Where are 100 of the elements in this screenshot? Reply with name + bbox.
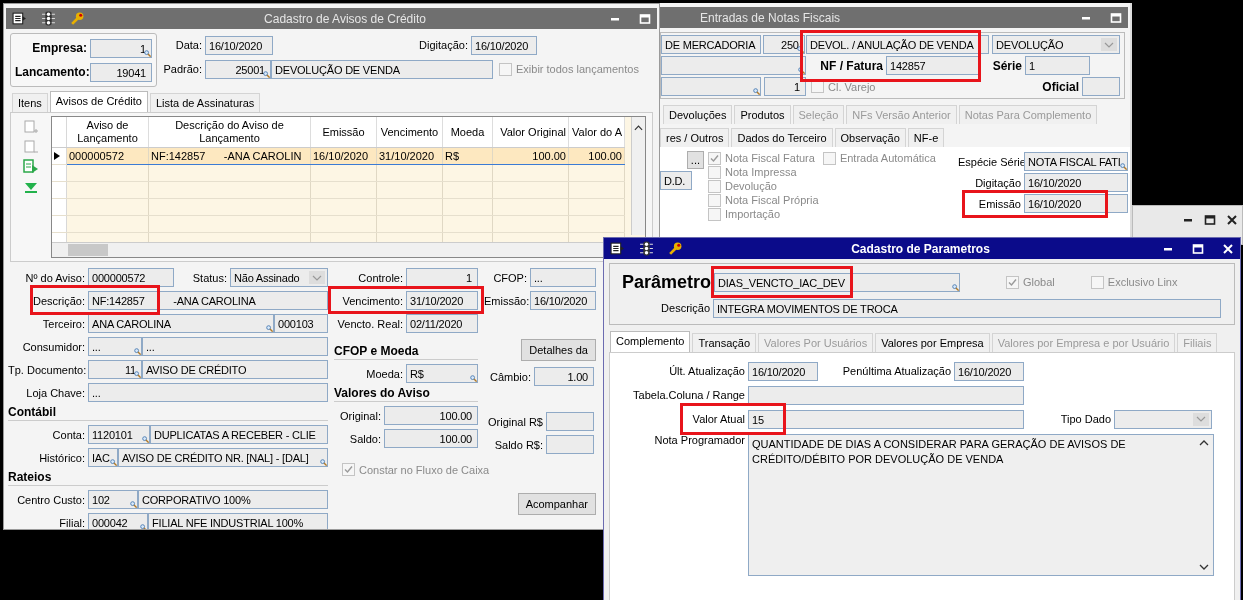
input-field[interactable]: ... — [88, 337, 142, 356]
tab[interactable]: NF-e — [907, 128, 945, 147]
input-field[interactable]: 25001 — [205, 59, 271, 79]
input-field[interactable]: 1.00 — [534, 367, 594, 386]
input-field[interactable]: 000103 — [274, 314, 328, 333]
notes-field[interactable]: QUANTIDADE DE DIAS A CONSIDERAR PARA GERAÇÃO DE AVISOS DE CRÉDITO/DÉBITO POR DEVOLUÇÃO DE VENDA — [748, 434, 1214, 576]
input-field[interactable]: 02/11/2020 — [406, 314, 478, 333]
menu-icon[interactable] — [12, 11, 27, 26]
export-icon[interactable] — [23, 159, 39, 175]
checkbox-label: Nota Fiscal Fatura — [725, 152, 815, 164]
input-field[interactable]: R$ — [406, 364, 478, 383]
input-field[interactable]: DEVOLUÇÃO DE VENDA — [271, 59, 493, 79]
tab[interactable]: Avisos de Crédito — [49, 91, 148, 112]
input-field[interactable]: Não Assinado — [230, 268, 328, 287]
input-field[interactable]: 250 — [762, 35, 805, 54]
input-field[interactable]: 11 — [88, 360, 142, 379]
column-header[interactable]: Moeda — [442, 117, 493, 148]
input-field[interactable]: IAC — [88, 448, 118, 467]
input-field[interactable] — [748, 385, 1024, 405]
tab[interactable]: Lista de Assinaturas — [149, 93, 261, 112]
input-field[interactable]: 100.00 — [384, 406, 478, 425]
input-field[interactable]: DE MERCADORIA — [661, 35, 761, 54]
traffic-light-icon[interactable] — [41, 11, 56, 26]
add-row-icon[interactable] — [23, 119, 39, 135]
tab[interactable]: Dados do Terceiro — [731, 128, 833, 147]
input-field[interactable]: DEVOLUÇÃO — [992, 35, 1120, 54]
input-field[interactable]: 000000572 — [88, 268, 174, 287]
input-field[interactable]: AVISO DE CRÉDITO NR. [NAL] - [DAL] — [118, 448, 328, 467]
field-label: Vencimento: — [342, 294, 403, 307]
input-field[interactable]: 31/10/2020 — [406, 291, 478, 310]
tab[interactable]: Itens — [12, 93, 48, 112]
input-field[interactable]: 16/10/2020 — [471, 35, 537, 55]
tab[interactable]: Produtos — [734, 105, 791, 124]
input-field[interactable]: D.D. — [660, 171, 692, 190]
input-field[interactable]: CORPORATIVO 100% — [138, 490, 328, 509]
follow-up-button[interactable]: Acompanhar — [517, 492, 596, 515]
input-field[interactable] — [1082, 77, 1120, 96]
input-field[interactable]: 16/10/2020 — [1024, 173, 1128, 192]
input-field[interactable]: 19041 — [90, 62, 152, 82]
column-header[interactable]: Vencimento — [376, 117, 443, 148]
input-field[interactable]: 1 — [764, 77, 806, 96]
input-field[interactable]: 100.00 — [384, 429, 478, 448]
tab[interactable]: Devoluções — [663, 105, 733, 124]
column-header[interactable]: Emissão — [310, 117, 377, 148]
menu-icon[interactable] — [610, 241, 625, 256]
input-field[interactable]: 1 — [1025, 56, 1090, 75]
input-field[interactable]: 1120101 — [88, 425, 150, 444]
input-field[interactable]: 142857 — [886, 56, 981, 75]
input-field[interactable]: 16/10/2020 — [748, 361, 818, 381]
column-header[interactable]: Descrição do Aviso de Lançamento — [148, 117, 311, 148]
checkbox-label: Cl. Varejo — [828, 80, 876, 93]
input-field[interactable]: 16/10/2020 — [530, 291, 596, 310]
maximize-icon[interactable] — [1204, 214, 1216, 226]
scrollbar[interactable] — [631, 117, 645, 235]
scroll-up-icon[interactable] — [634, 125, 643, 131]
input-field[interactable]: 000042 — [88, 513, 148, 529]
column-header[interactable]: Valor Original — [492, 117, 569, 148]
scroll-down-icon[interactable] — [1199, 563, 1209, 571]
input-field[interactable]: FILIAL NFE INDUSTRIAL 100% — [148, 513, 328, 529]
dropdown-arrow-icon[interactable] — [309, 271, 325, 284]
input-field[interactable] — [661, 56, 806, 75]
input-field[interactable]: ANA CAROLINA — [88, 314, 274, 333]
input-field[interactable]: ... — [142, 337, 328, 356]
input-field[interactable]: 16/10/2020 — [205, 35, 273, 55]
input-field[interactable]: DUPLICATAS A RECEBER - CLIE — [150, 425, 328, 444]
input-field[interactable]: AVISO DE CRÉDITO — [142, 360, 328, 379]
tab[interactable]: Observação — [834, 128, 906, 147]
input-field[interactable]: 16/10/2020 — [954, 361, 1024, 381]
traffic-light-icon[interactable] — [639, 241, 654, 256]
input-field[interactable]: 102 — [88, 490, 138, 509]
field-label: Status: — [192, 271, 227, 284]
tab[interactable]: Valores por Empresa — [875, 333, 990, 352]
input-field[interactable]: ... — [530, 268, 596, 287]
column-header[interactable]: Aviso de Lançamento — [66, 117, 149, 148]
close-icon[interactable] — [1226, 214, 1238, 226]
input-field[interactable]: DIAS_VENCTO_IAC_DEV — [714, 272, 960, 292]
input-field[interactable] — [1114, 409, 1212, 429]
input-field[interactable] — [661, 77, 761, 96]
column-header[interactable]: Valor do A — [568, 117, 625, 148]
wrench-icon[interactable] — [668, 241, 683, 256]
tab[interactable]: Transação — [692, 333, 757, 352]
tab[interactable]: res / Outros — [660, 128, 730, 147]
input-field[interactable]: DEVOL. / ANULAÇÃO DE VENDA — [806, 35, 989, 54]
input-field[interactable]: NOTA FISCAL FATI — [1024, 152, 1128, 171]
input-field[interactable]: 16/10/2020 — [1024, 194, 1128, 213]
details-button[interactable]: Detalhes da — [521, 339, 596, 361]
remove-row-icon[interactable] — [23, 139, 39, 155]
input-field[interactable]: NF:142857 -ANA CAROLINA — [88, 291, 328, 310]
scroll-up-icon[interactable] — [1199, 439, 1209, 447]
input-field[interactable]: INTEGRA MOVIMENTOS DE TROCA — [713, 298, 1221, 318]
dropdown-arrow-icon[interactable] — [1101, 38, 1117, 51]
input-field[interactable]: 15 — [748, 409, 1024, 429]
more-button[interactable]: ... — [686, 151, 704, 169]
input-field[interactable] — [546, 435, 594, 454]
magnifier-icon[interactable] — [798, 67, 805, 74]
field-label: Série — [992, 58, 1022, 73]
input-field[interactable]: ... — [88, 383, 328, 402]
tab[interactable]: Complemento — [610, 331, 691, 352]
input-field[interactable] — [546, 412, 594, 431]
input-field[interactable]: 1 — [90, 38, 152, 58]
